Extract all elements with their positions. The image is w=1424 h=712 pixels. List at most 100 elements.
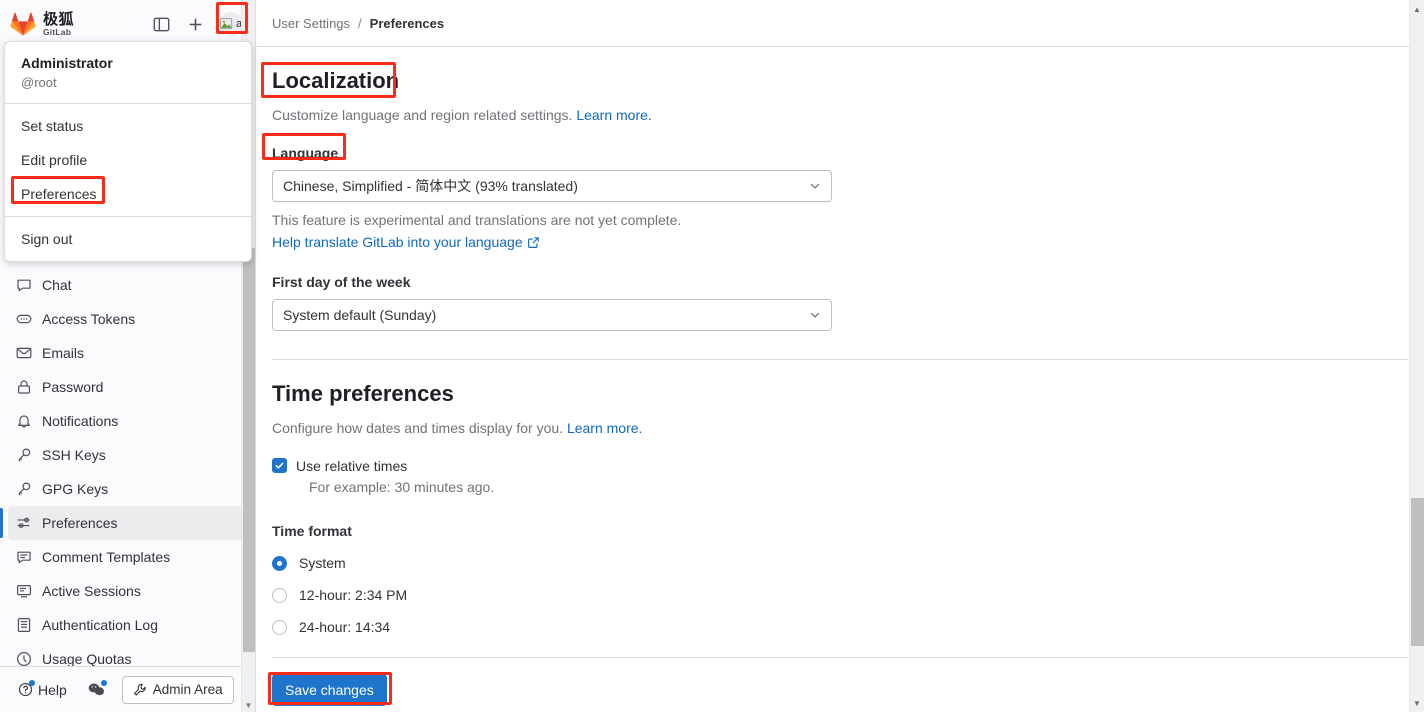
use-relative-times-sublabel: For example: 30 minutes ago. (296, 477, 494, 497)
radio-label-system[interactable]: System (299, 555, 346, 571)
localization-title-row: Localization (272, 67, 1408, 95)
language-label-row: Language (272, 143, 1408, 163)
sidebar-item-active-sessions[interactable]: Active Sessions (8, 574, 247, 608)
gitlab-logo[interactable]: 极狐 GitLab (10, 12, 141, 37)
sidebar-scrollbar-thumb[interactable] (243, 248, 255, 652)
sidebar-item-ssh-keys[interactable]: SSH Keys (8, 438, 247, 472)
primary-sidebar: 极狐 GitLab (0, 0, 256, 712)
admin-area-button[interactable]: Admin Area (122, 676, 234, 704)
sidebar-item-usage-quotas[interactable]: Usage Quotas (8, 642, 247, 666)
time-preferences-title: Time preferences (272, 380, 454, 408)
page-scrollbar-thumb[interactable] (1411, 498, 1424, 646)
lock-icon (16, 379, 32, 395)
radio-label-12-hour[interactable]: 12-hour: 2:34 PM (299, 587, 407, 603)
time-format-option-system[interactable]: System (272, 555, 1408, 571)
mail-icon (16, 345, 32, 361)
breadcrumb-parent[interactable]: User Settings (272, 16, 350, 31)
sidebar-item-label: Active Sessions (42, 583, 141, 599)
first-day-select[interactable]: System default (Sunday) (272, 299, 832, 331)
section-divider-2 (272, 657, 1408, 658)
menu-item-edit-profile[interactable]: Edit profile (5, 143, 251, 177)
sidebar-item-chat[interactable]: Chat (8, 268, 247, 302)
save-changes-button[interactable]: Save changes (272, 674, 387, 706)
question-circle-icon (18, 682, 33, 697)
help-button[interactable]: Help (14, 679, 71, 701)
sidebar-toggle-button[interactable] (147, 10, 175, 38)
brand-name-en: GitLab (43, 28, 74, 37)
brand-name-cn: 极狐 (43, 12, 74, 27)
avatar: a (219, 12, 243, 36)
radio-system[interactable] (272, 556, 287, 571)
sidebar-item-preferences[interactable]: Preferences (8, 506, 247, 540)
radio-label-24-hour[interactable]: 24-hour: 14:34 (299, 619, 390, 635)
scroll-down-arrow-icon[interactable]: ▼ (1410, 696, 1424, 710)
first-day-label: First day of the week (272, 272, 410, 292)
wechat-icon (88, 682, 105, 697)
sidebar-item-label: Comment Templates (42, 549, 170, 565)
first-day-select-value: System default (Sunday) (283, 307, 436, 323)
time-format-label: Time format (272, 521, 352, 541)
sidebar-item-label: GPG Keys (42, 481, 108, 497)
use-relative-times-checkbox[interactable] (272, 458, 287, 473)
monitor-icon (16, 583, 32, 599)
radio-24-hour[interactable] (272, 620, 287, 635)
breadcrumb-current[interactable]: Preferences (370, 16, 444, 31)
sidebar-item-label: Chat (42, 277, 72, 293)
wechat-support-button[interactable] (85, 679, 108, 700)
time-preferences-description-text: Configure how dates and times display fo… (272, 420, 563, 436)
sidebar-item-authentication-log[interactable]: Authentication Log (8, 608, 247, 642)
localization-section: Localization Customize language and regi… (272, 67, 1408, 331)
radio-12-hour[interactable] (272, 588, 287, 603)
breadcrumb: User Settings / Preferences (256, 0, 1424, 47)
quota-icon (16, 651, 32, 666)
language-help-text: This feature is experimental and transla… (272, 210, 1408, 230)
scroll-down-arrow-icon[interactable]: ▼ (242, 698, 255, 712)
section-divider-1 (272, 359, 1408, 360)
comment-icon (16, 277, 32, 293)
key-icon (16, 481, 32, 497)
language-select[interactable]: Chinese, Simplified - 简体中文 (93% translat… (272, 170, 832, 202)
create-new-button[interactable] (181, 10, 209, 38)
localization-description: Customize language and region related se… (272, 105, 1408, 125)
time-preferences-description: Configure how dates and times display fo… (272, 418, 1408, 438)
jihu-gitlab-fox-icon (10, 12, 36, 36)
localization-description-text: Customize language and region related se… (272, 107, 572, 123)
time-format-option-12-hour[interactable]: 12-hour: 2:34 PM (272, 587, 1408, 603)
sidebar-item-label: SSH Keys (42, 447, 106, 463)
sidebar-footer: Help Admin Area (0, 666, 255, 712)
page-title: Localization (272, 67, 399, 95)
menu-item-set-status[interactable]: Set status (5, 109, 251, 143)
wrench-icon (133, 683, 147, 697)
key-icon (16, 447, 32, 463)
sidebar-item-notifications[interactable]: Notifications (8, 404, 247, 438)
translate-gitlab-link[interactable]: Help translate GitLab into your language (272, 234, 523, 250)
translate-link-row: Help translate GitLab into your language (272, 232, 1408, 254)
localization-learn-more-link[interactable]: Learn more. (576, 107, 651, 123)
user-handle: @root (21, 74, 235, 92)
menu-item-preferences[interactable]: Preferences (5, 177, 251, 211)
menu-item-sign-out[interactable]: Sign out (5, 222, 251, 256)
chevron-down-icon (808, 308, 822, 322)
log-icon (16, 617, 32, 633)
user-menu-signout-group: Sign out (5, 217, 251, 261)
token-icon (16, 311, 32, 327)
main-content: User Settings / Preferences Localization… (256, 0, 1424, 712)
sidebar-item-label: Password (42, 379, 103, 395)
help-label: Help (38, 682, 67, 698)
sidebar-item-label: Authentication Log (42, 617, 158, 633)
sidebar-item-access-tokens[interactable]: Access Tokens (8, 302, 247, 336)
sidebar-item-gpg-keys[interactable]: GPG Keys (8, 472, 247, 506)
time-preferences-learn-more-link[interactable]: Learn more. (567, 420, 642, 436)
sidebar-panel-icon (153, 16, 170, 33)
broken-image-icon (220, 18, 235, 31)
time-preferences-title-row: Time preferences (272, 380, 1408, 408)
gitlab-preferences-page: 极狐 GitLab (0, 0, 1424, 712)
time-format-option-24-hour[interactable]: 24-hour: 14:34 (272, 619, 1408, 635)
sidebar-item-comment-templates[interactable]: Comment Templates (8, 540, 247, 574)
page-scrollbar[interactable]: ▲ ▼ (1409, 0, 1424, 712)
use-relative-times-label[interactable]: Use relative times (296, 456, 494, 476)
sidebar-item-emails[interactable]: Emails (8, 336, 247, 370)
preferences-icon (16, 515, 32, 531)
scroll-up-arrow-icon[interactable]: ▲ (1410, 2, 1424, 16)
sidebar-item-password[interactable]: Password (8, 370, 247, 404)
